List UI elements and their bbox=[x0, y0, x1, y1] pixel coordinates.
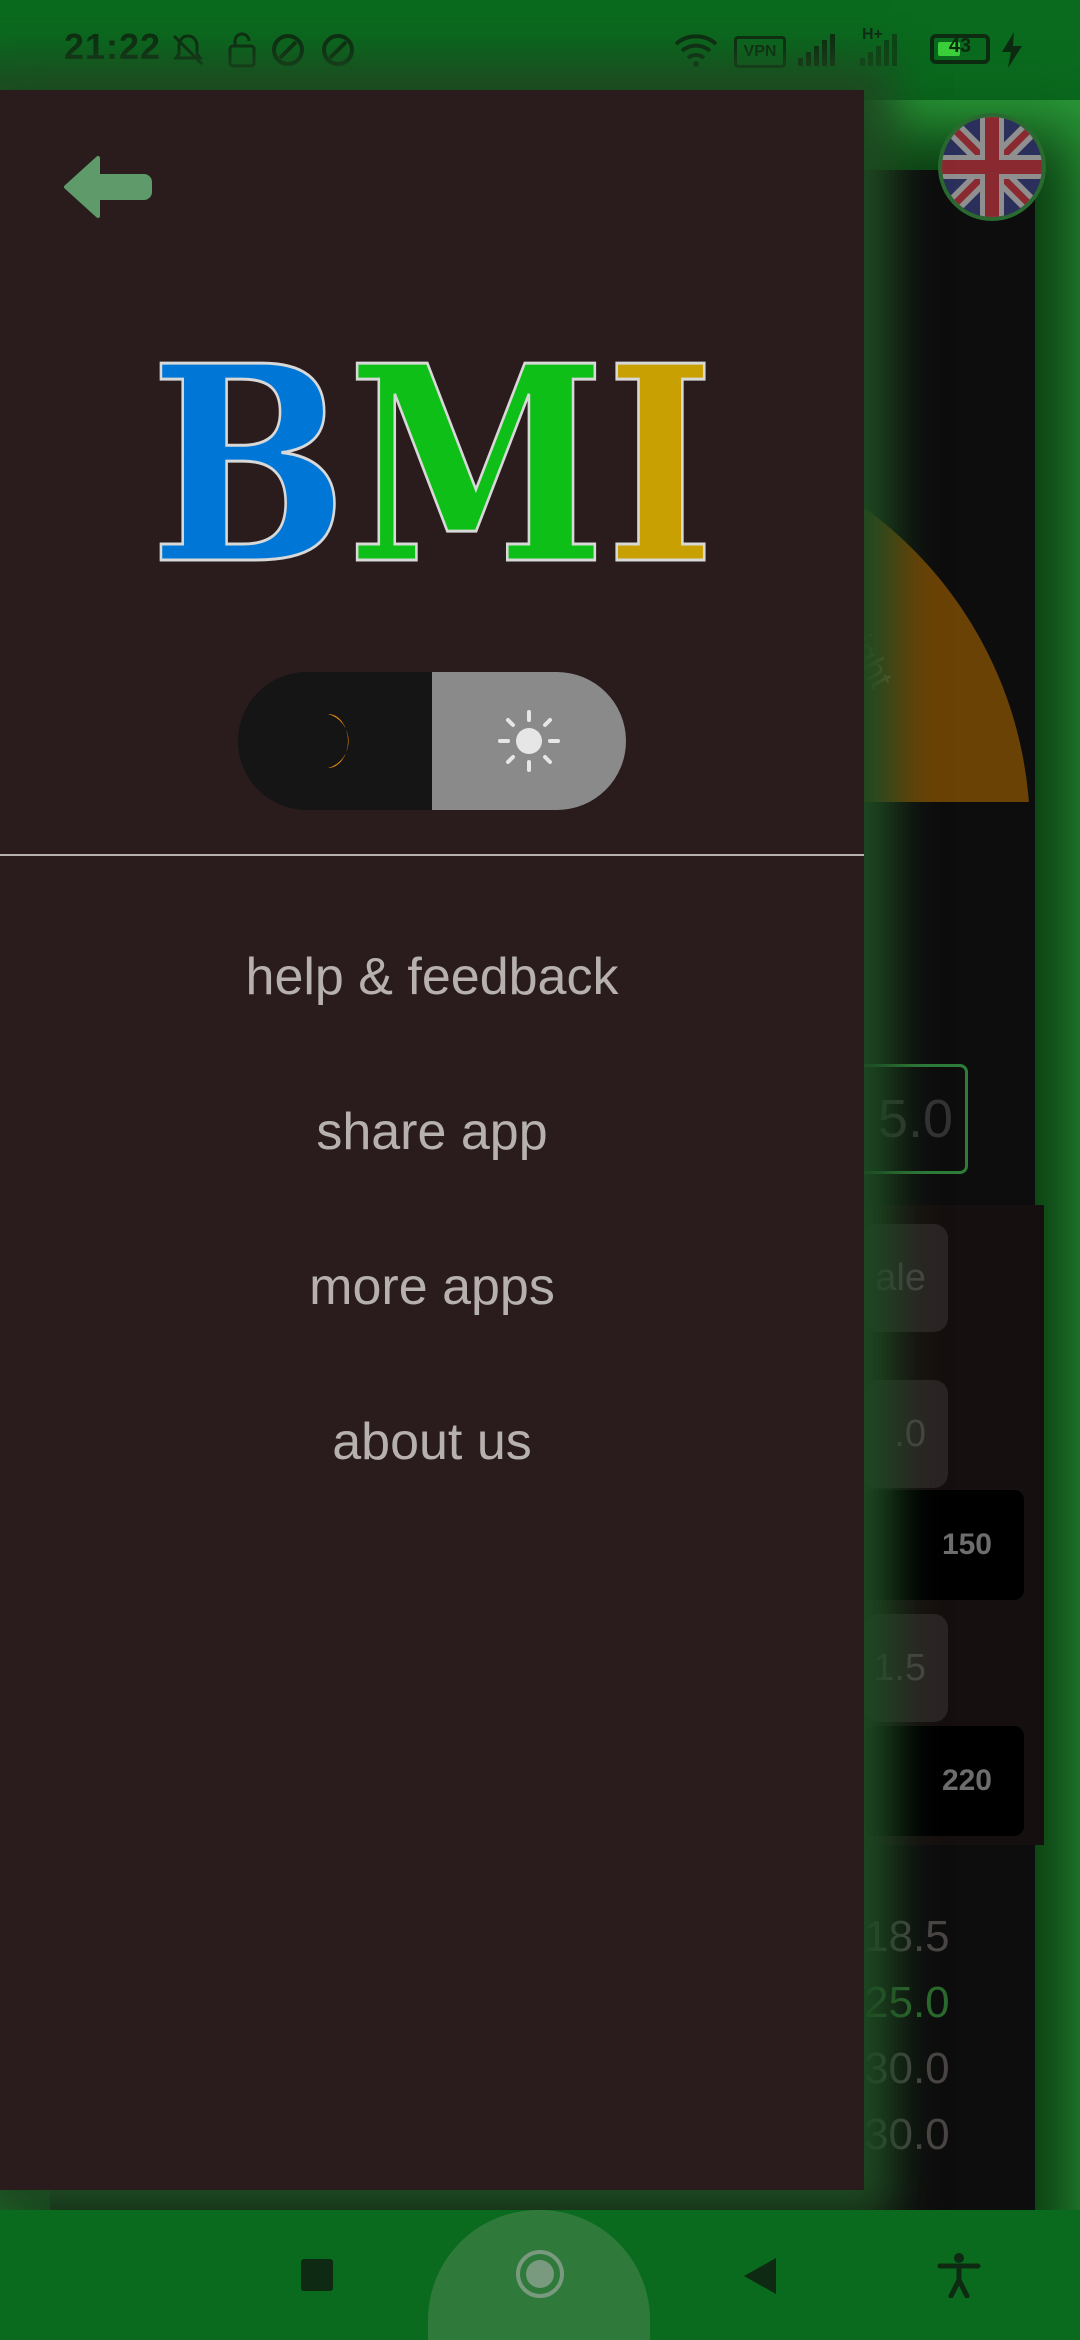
menu-item-about-us[interactable]: about us bbox=[0, 1387, 864, 1497]
language-flag-button[interactable] bbox=[938, 113, 1046, 221]
data-saver-icon-2 bbox=[322, 34, 354, 66]
recents-icon[interactable] bbox=[300, 2258, 334, 2292]
battery-icon: 43 bbox=[930, 34, 990, 64]
menu-item-more-apps[interactable]: more apps bbox=[0, 1232, 864, 1342]
home-icon[interactable] bbox=[514, 2248, 566, 2300]
scale-value-obese: 30.0 bbox=[864, 2110, 950, 2159]
status-time: 21:22 bbox=[64, 26, 162, 67]
back-nav-icon[interactable] bbox=[740, 2256, 780, 2296]
dark-theme-option[interactable] bbox=[238, 672, 432, 810]
weight-slider[interactable]: 220 bbox=[864, 1726, 1024, 1836]
navigation-drawer: BMI help & feedback share app more apps … bbox=[0, 90, 864, 2190]
scale-value-underweight: 18.5 bbox=[864, 1912, 950, 1961]
signal-icon bbox=[798, 34, 835, 66]
accessibility-icon[interactable] bbox=[936, 2252, 982, 2298]
weight-value-chip[interactable]: 1.5 bbox=[864, 1614, 948, 1722]
drawer-divider bbox=[0, 854, 864, 856]
menu-item-help-feedback[interactable]: help & feedback bbox=[0, 922, 864, 1032]
height-slider[interactable]: 150 bbox=[864, 1490, 1024, 1600]
menu-item-share-app[interactable]: share app bbox=[0, 1077, 864, 1187]
sun-icon bbox=[498, 710, 560, 772]
light-theme-option[interactable] bbox=[432, 672, 626, 810]
battery-level: 43 bbox=[948, 35, 972, 57]
bell-off-icon bbox=[172, 34, 204, 66]
status-bar: 21:22 VPN H+ 43 bbox=[0, 0, 1080, 100]
bmi-result-box: 5.0 bbox=[850, 1064, 968, 1174]
uk-flag-icon bbox=[942, 117, 1042, 217]
wifi-icon bbox=[674, 34, 718, 67]
signal-icon-2 bbox=[860, 34, 897, 66]
gender-chip[interactable]: ale bbox=[864, 1224, 948, 1332]
vpn-lock-icon bbox=[228, 32, 256, 68]
height-value-chip[interactable]: .0 bbox=[864, 1380, 948, 1488]
moon-icon bbox=[328, 714, 349, 768]
theme-toggle[interactable] bbox=[238, 672, 626, 810]
svg-text:BMI: BMI bbox=[150, 350, 715, 570]
back-arrow-icon[interactable] bbox=[62, 152, 152, 222]
scale-value-normal: 25.0 bbox=[864, 1978, 950, 2027]
bmi-logo: BMI bbox=[150, 350, 715, 570]
charging-icon bbox=[1002, 32, 1022, 68]
vpn-badge: VPN bbox=[734, 36, 786, 68]
data-saver-icon bbox=[272, 34, 304, 66]
scale-value-overweight: 30.0 bbox=[864, 2044, 950, 2093]
